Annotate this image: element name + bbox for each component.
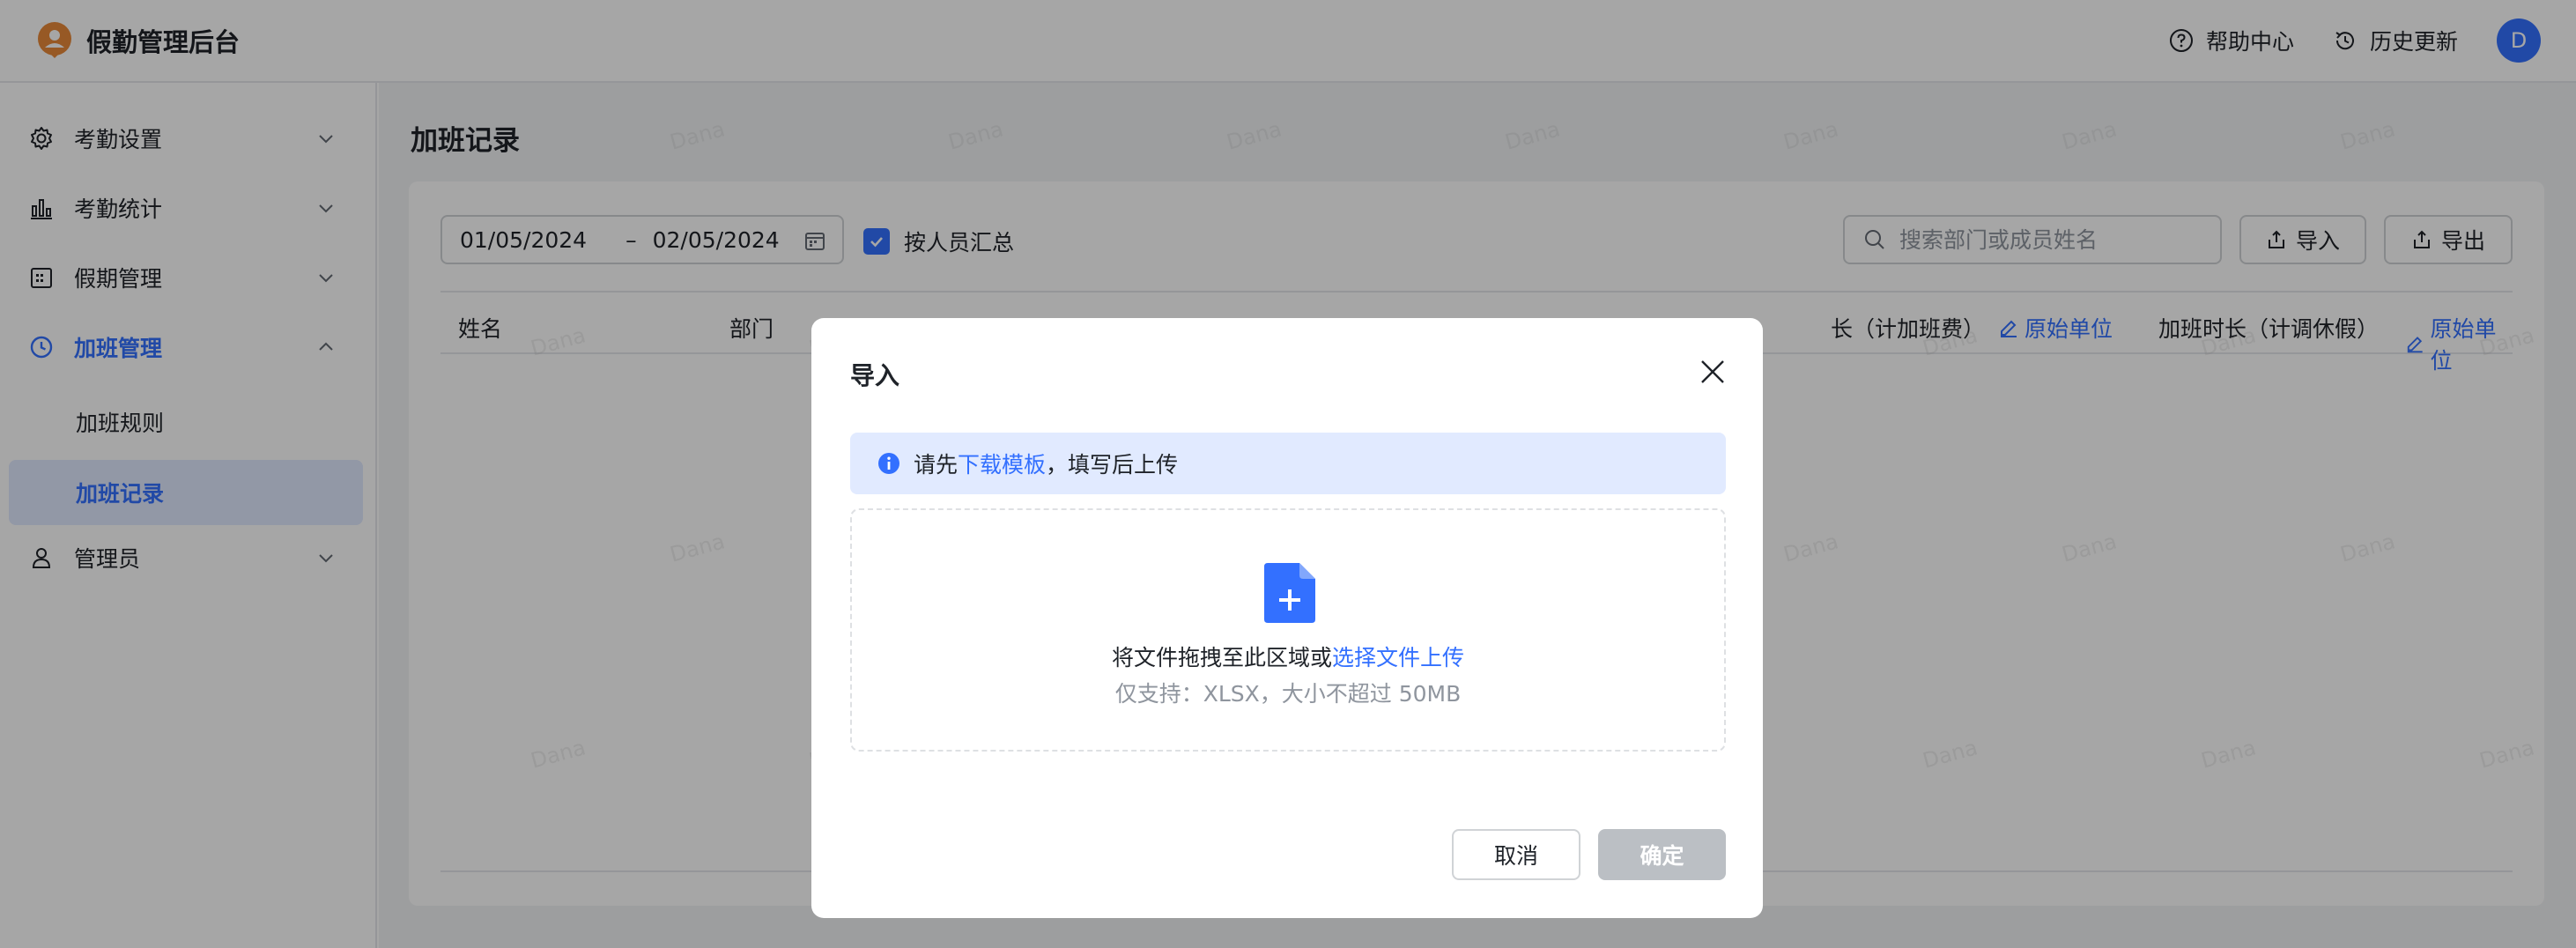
- select-file-link[interactable]: 选择文件上传: [1332, 645, 1464, 670]
- file-dropzone[interactable]: 将文件拖拽至此区域或选择文件上传 仅支持：XLSX，大小不超过 50MB: [850, 508, 1726, 752]
- confirm-button[interactable]: 确定: [1598, 829, 1726, 880]
- dropzone-text: 将文件拖拽至此区域或选择文件上传: [852, 641, 1724, 672]
- alert-prefix: 请先: [914, 452, 959, 478]
- close-icon[interactable]: [1698, 357, 1728, 387]
- info-alert: 请先 下载模板 ，填写后上传: [850, 433, 1726, 494]
- drop-instruction: 将文件拖拽至此区域或: [1111, 645, 1332, 670]
- dialog-title: 导入: [850, 361, 900, 390]
- alert-suffix: ，填写后上传: [1046, 452, 1179, 478]
- cancel-button[interactable]: 取消: [1452, 829, 1580, 880]
- download-template-link[interactable]: 下载模板: [958, 448, 1046, 479]
- import-dialog: 导入 请先 下载模板 ，填写后上传 将文件拖拽至此区域或选择文件上传 仅支持：XLS…: [811, 318, 1763, 918]
- file-format-hint: 仅支持：XLSX，大小不超过 50MB: [1114, 681, 1462, 707]
- file-add-icon: [1264, 563, 1315, 623]
- info-icon: [878, 453, 899, 474]
